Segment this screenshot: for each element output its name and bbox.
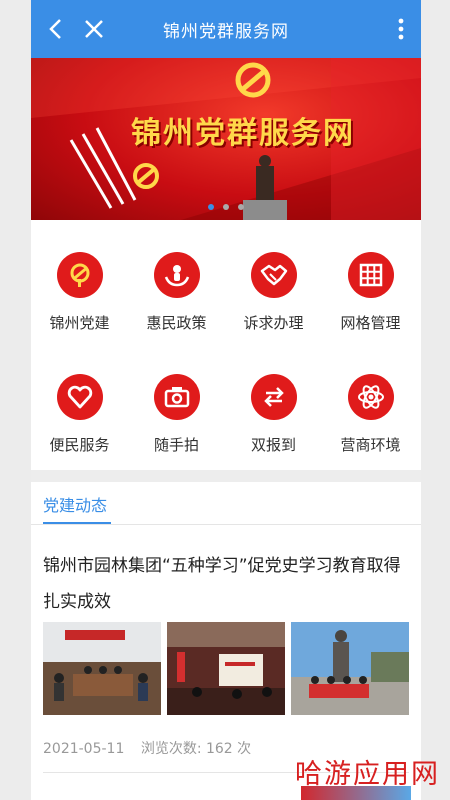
menu-item-convenience[interactable]: 便民服务 — [31, 374, 128, 455]
more-vertical-icon[interactable] — [391, 14, 411, 44]
menu-item-appeals[interactable]: 诉求办理 — [225, 252, 322, 333]
party-emblem-icon — [56, 252, 103, 298]
article-date: 2021-05-11 — [43, 741, 125, 757]
top-bar: 锦州党群服务网 — [31, 0, 421, 58]
article-views: 浏览次数: 162 次 — [140, 741, 252, 757]
handshake-icon — [250, 252, 297, 298]
menu-item-label: 诉求办理 — [243, 314, 304, 332]
banner-title: 锦州党群服务网 — [131, 116, 355, 151]
app-screen: 锦州党群服务网 锦州党群服务网 锦州党建 惠民政策 诉求办理 网格管理 便民服务… — [31, 0, 421, 800]
grid-icon — [347, 252, 394, 298]
menu-item-policies[interactable]: 惠民政策 — [128, 252, 225, 333]
menu-item-label: 便民服务 — [49, 436, 110, 454]
hands-person-icon — [153, 252, 200, 298]
menu-item-jinzhou-party[interactable]: 锦州党建 — [31, 252, 128, 333]
article-title[interactable]: 锦州市园林集团“五种学习”促党史学习教育取得扎实成效 — [43, 548, 409, 620]
article-thumbnail[interactable] — [43, 622, 161, 715]
carousel-dot[interactable] — [207, 204, 214, 210]
swap-arrows-icon — [250, 374, 297, 420]
menu-item-label: 惠民政策 — [146, 314, 207, 332]
page-title: 锦州党群服务网 — [163, 22, 289, 42]
section-divider — [31, 470, 421, 482]
menu-item-label: 锦州党建 — [49, 314, 110, 332]
menu-item-label: 营商环境 — [340, 436, 401, 454]
banner-carousel[interactable]: 锦州党群服务网 — [31, 58, 421, 220]
article-meta: 2021-05-11 浏览次数: 162 次 — [43, 738, 263, 758]
service-menu: 锦州党建 惠民政策 诉求办理 网格管理 便民服务 随手拍 双报到 营商环境 — [31, 232, 421, 470]
menu-item-label: 双报到 — [250, 436, 296, 454]
menu-item-dual-report[interactable]: 双报到 — [225, 374, 322, 455]
camera-icon — [153, 374, 200, 420]
menu-item-snapshot[interactable]: 随手拍 — [128, 374, 225, 455]
menu-item-grid-management[interactable]: 网格管理 — [322, 252, 419, 333]
heart-icon — [56, 374, 103, 420]
article-thumbnail[interactable] — [167, 622, 285, 715]
carousel-dot[interactable] — [223, 204, 229, 210]
menu-item-label: 网格管理 — [340, 314, 401, 332]
menu-item-label: 随手拍 — [153, 436, 199, 454]
menu-item-business-env[interactable]: 营商环境 — [322, 374, 419, 455]
atom-icon — [347, 374, 394, 420]
tab-party-news[interactable]: 党建动态 — [43, 492, 107, 516]
article-thumbnail[interactable] — [291, 622, 409, 715]
carousel-indicator — [31, 195, 421, 214]
tab-divider — [31, 524, 421, 525]
carousel-dot[interactable] — [238, 204, 245, 210]
watermark-text: 哈游应用网 — [295, 759, 440, 790]
